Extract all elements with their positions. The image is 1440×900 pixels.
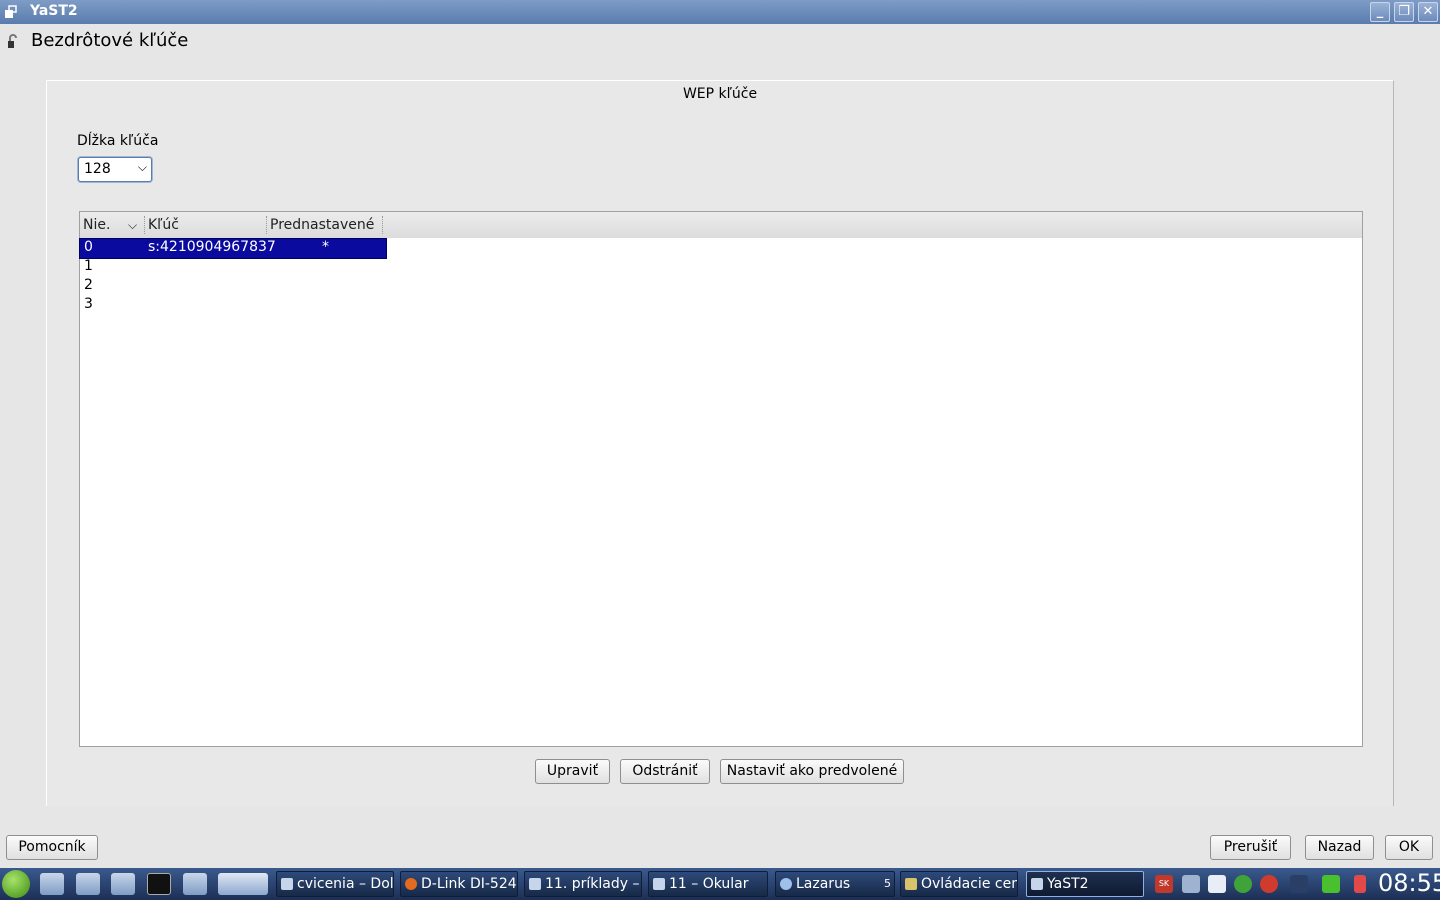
okular-icon	[653, 878, 665, 890]
table-row[interactable]: 3	[80, 296, 386, 315]
key-length-select[interactable]: 128 ⌵	[78, 157, 152, 182]
task-priklady[interactable]: 11. príklady – I	[524, 871, 642, 897]
firefox-icon	[405, 878, 417, 890]
network-icon[interactable]	[1290, 875, 1308, 893]
row-number: 1	[84, 258, 93, 274]
window-titlebar: YaST2 _ ❐ ✕	[0, 0, 1440, 24]
column-separator	[382, 216, 383, 234]
wep-keys-frame: WEP kľúče Dĺžka kľúča 128 ⌵ Nie. ⌵ Kľúč …	[46, 80, 1394, 806]
table-row[interactable]: 1	[80, 258, 386, 277]
show-desktop-icon[interactable]	[40, 873, 64, 895]
pager-icon[interactable]	[218, 873, 268, 895]
column-header-number[interactable]: Nie.	[83, 217, 110, 233]
system-settings-icon[interactable]	[76, 873, 100, 895]
frame-title: WEP kľúče	[682, 86, 758, 102]
column-separator	[144, 216, 145, 234]
tools-icon	[905, 878, 917, 890]
yast-window-icon	[5, 5, 17, 18]
table-row[interactable]: 0 s:4210904967837 *	[79, 238, 387, 259]
chevron-down-icon: ⌵	[137, 160, 147, 174]
update-icon[interactable]	[1234, 875, 1252, 893]
gear-icon	[780, 878, 792, 890]
battery-icon[interactable]	[1322, 875, 1340, 893]
task-okular[interactable]: 11 – Okular	[648, 871, 768, 897]
maximize-button[interactable]: ❐	[1394, 2, 1414, 22]
column-header-key[interactable]: Kľúč	[148, 217, 179, 233]
sort-chevron-icon[interactable]: ⌵	[128, 218, 137, 233]
task-cvicenia[interactable]: cvicenia – Dol	[276, 871, 394, 897]
row-number: 2	[84, 277, 93, 293]
browser-icon	[529, 878, 541, 890]
wep-keys-table[interactable]: Nie. ⌵ Kľúč Prednastavené 0 s:4210904967…	[79, 211, 1363, 747]
task-count-badge: 5	[884, 877, 891, 890]
clock[interactable]: 08:55	[1378, 869, 1440, 897]
device-icon[interactable]	[1354, 875, 1366, 893]
column-header-default[interactable]: Prednastavené	[270, 217, 374, 233]
page-title: Bezdrôtové kľúče	[31, 30, 189, 51]
column-separator	[266, 216, 267, 234]
task-lazarus[interactable]: Lazarus 5	[775, 871, 895, 897]
row-default: *	[322, 239, 329, 255]
volume-icon[interactable]	[1182, 875, 1200, 893]
yast-icon	[1031, 878, 1043, 890]
keyboard-layout-icon[interactable]: SK	[1155, 875, 1173, 893]
table-row[interactable]: 2	[80, 277, 386, 296]
task-dlink[interactable]: D-Link DI-524	[400, 871, 518, 897]
help-button[interactable]: Pomocník	[6, 835, 98, 860]
start-menu-icon[interactable]	[2, 870, 30, 898]
row-number: 3	[84, 296, 93, 312]
abort-button[interactable]: Prerušiť	[1210, 835, 1291, 860]
task-yast2[interactable]: YaST2	[1026, 871, 1144, 897]
ok-button[interactable]: OK	[1385, 835, 1433, 860]
delete-button[interactable]: Odstrániť	[620, 759, 710, 784]
terminal-icon[interactable]	[147, 873, 171, 895]
row-key: s:4210904967837	[148, 239, 276, 255]
back-button[interactable]: Nazad	[1305, 835, 1374, 860]
close-button[interactable]: ✕	[1418, 2, 1438, 22]
minimize-button[interactable]: _	[1370, 2, 1390, 22]
home-folder-icon[interactable]	[111, 873, 135, 895]
page-header: Bezdrôtové kľúče	[0, 28, 700, 56]
file-manager-icon[interactable]	[183, 873, 207, 895]
table-header: Nie. ⌵ Kľúč Prednastavené	[80, 212, 1362, 238]
alert-icon[interactable]	[1260, 875, 1278, 893]
taskbar: cvicenia – Dol D-Link DI-524 11. príklad…	[0, 868, 1440, 900]
row-number: 0	[84, 239, 93, 255]
clipboard-icon[interactable]	[1208, 875, 1226, 893]
window-title: YaST2	[30, 3, 78, 19]
set-default-button[interactable]: Nastaviť ako predvolené	[720, 759, 904, 784]
edit-button[interactable]: Upraviť	[535, 759, 610, 784]
wireless-lock-icon	[8, 34, 17, 48]
document-icon	[281, 878, 293, 890]
task-ovladacie[interactable]: Ovládacie cen	[900, 871, 1018, 897]
key-length-value: 128	[84, 161, 111, 177]
key-length-label: Dĺžka kľúča	[77, 133, 159, 149]
